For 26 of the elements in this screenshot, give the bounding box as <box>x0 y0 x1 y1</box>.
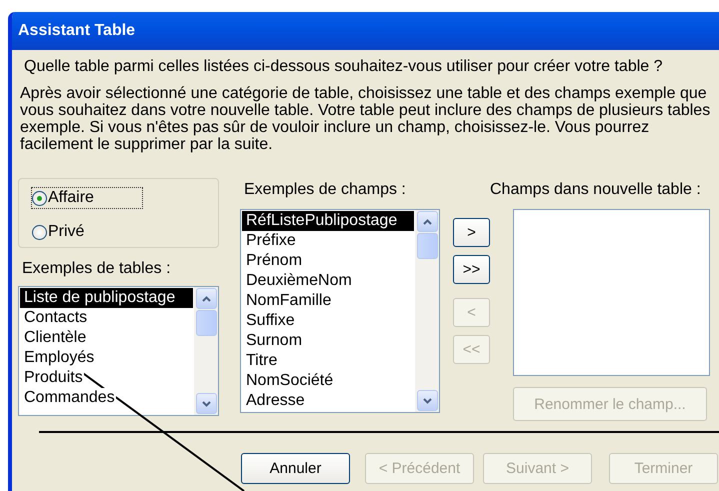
footer-button[interactable]: Annuler <box>241 453 350 484</box>
scroll-up-icon[interactable] <box>196 288 216 309</box>
radio-circle-icon <box>32 190 47 206</box>
fields-list[interactable]: RéfListePublipostage Préfixe Prénom DeuxièmeNom NomFamille Suffixe Surnom Titre NomSociété Adresse <box>240 209 440 413</box>
list-item[interactable]: Liste de publipostage <box>20 288 193 308</box>
new-fields-label: Champs dans nouvelle table : <box>490 181 702 199</box>
fields-label: Exemples de champs : <box>244 181 407 199</box>
instructions-text: Après avoir sélectionné une catégorie de table, choisissez une table et des champs exemple que vous souhaitez dans votre nouvelle table. Votre table peut inclure des champs de plusieurs tables exemple. Si vous n'êtes pas sûr de vouloir inclure un champ, choisissez-le. Vous pourrez facilement le supprimer par la suite. <box>20 85 712 153</box>
scroll-up-icon[interactable] <box>416 211 438 232</box>
scroll-thumb[interactable] <box>416 233 438 259</box>
tables-list[interactable]: Liste de publipostage Contacts Clientèle Employés Produits Commandes <box>18 286 219 416</box>
move-button[interactable]: > <box>453 218 490 247</box>
list-item[interactable]: RéfListePublipostage <box>242 211 414 231</box>
radio-circle-icon <box>32 224 47 240</box>
tables-label: Exemples de tables : <box>22 260 172 278</box>
scroll-thumb[interactable] <box>196 310 216 336</box>
question-text: Quelle table parmi celles listées ci-dessous souhaitez-vous utiliser pour créer votre table ? <box>24 58 664 76</box>
radio-option[interactable]: Affaire <box>31 187 143 209</box>
new-fields-list[interactable] <box>513 209 710 376</box>
scrollbar[interactable] <box>415 210 439 412</box>
radio-option[interactable]: Privé <box>31 221 88 243</box>
scroll-down-icon[interactable] <box>416 390 438 411</box>
window-title: Assistant Table <box>18 22 136 40</box>
scroll-down-icon[interactable] <box>196 393 216 414</box>
move-button[interactable]: >> <box>453 255 490 284</box>
scrollbar[interactable] <box>194 287 218 415</box>
